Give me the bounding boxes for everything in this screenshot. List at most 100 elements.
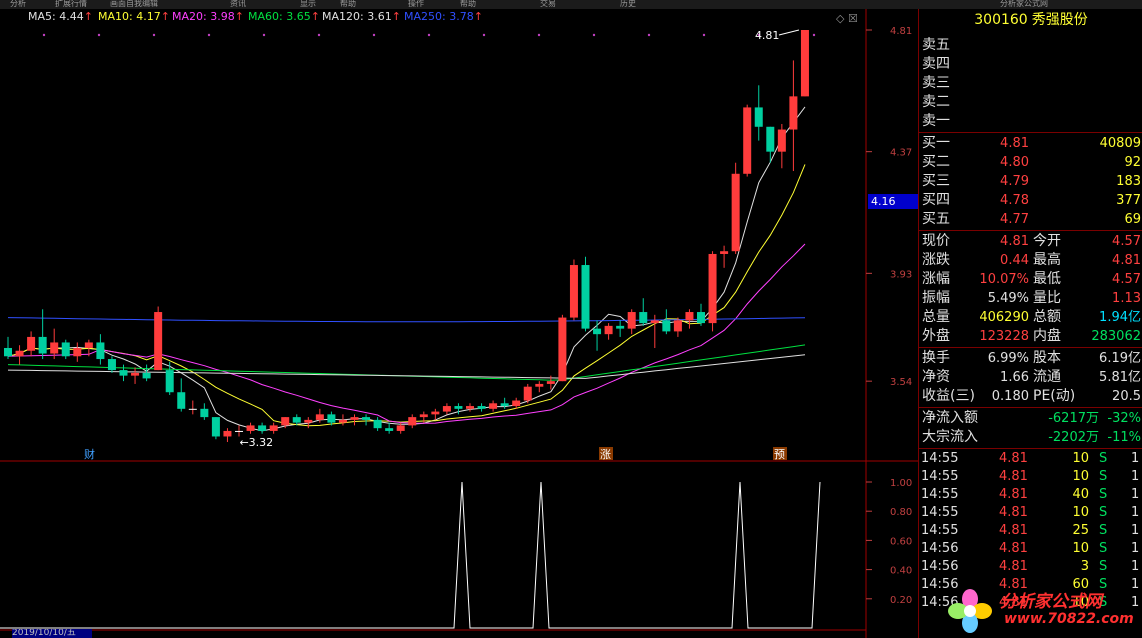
- dividend-dot: [647, 33, 651, 37]
- dividend-dot: [207, 33, 211, 37]
- candle-body: [673, 320, 682, 332]
- indicator-line: [0, 481, 821, 629]
- candle-body: [535, 383, 544, 387]
- trade-tick-row: 14:55 4.81 25 S 1: [921, 523, 1140, 538]
- ask-level: 卖三: [922, 75, 950, 91]
- candle-body: [292, 417, 301, 423]
- candle-body: [4, 347, 12, 357]
- quote-stat-row: 涨幅 10.07% 最低 4.57: [922, 271, 1141, 287]
- flower-logo-icon: [948, 589, 992, 633]
- ask-level: 卖二: [922, 94, 950, 110]
- dividend-dot: [152, 33, 156, 37]
- bid-level: 买二 4.80 92: [922, 154, 1141, 170]
- candle-body: [442, 406, 451, 412]
- candle-body: [258, 425, 267, 431]
- separator: [919, 230, 1142, 231]
- candle-body: [408, 417, 417, 426]
- separator: [919, 407, 1142, 408]
- candle-body: [235, 430, 243, 432]
- event-marker: 涨: [600, 448, 611, 461]
- candle-body: [627, 312, 636, 329]
- indicator-tick-label: 0.40: [890, 566, 912, 577]
- candle-body: [754, 107, 763, 127]
- candle-body: [281, 417, 290, 426]
- menu-item[interactable]: 分析家公式网: [1000, 0, 1048, 9]
- candle-body: [766, 126, 775, 152]
- candle-body: [38, 336, 47, 354]
- ma-legend-item: MA120: 3.61↑: [322, 10, 401, 23]
- current-price-tag: 4.16: [868, 194, 918, 209]
- dividend-dot: [812, 33, 816, 37]
- candle-body: [177, 392, 186, 409]
- candle-body: [61, 342, 70, 357]
- candle-body: [454, 406, 463, 409]
- stock-title[interactable]: 300160 秀强股份: [919, 9, 1142, 31]
- candle-body: [743, 107, 752, 174]
- candle-body: [188, 408, 197, 410]
- candle-body: [246, 425, 255, 431]
- separator: [919, 132, 1142, 133]
- candle-body: [650, 320, 659, 324]
- price-tick-label: 4.37: [890, 148, 912, 159]
- trade-tick-row: 14:55 4.81 10 S 1: [921, 469, 1140, 484]
- dividend-dot: [537, 33, 541, 37]
- quote-stat-row: 涨跌 0.44 最高 4.81: [922, 252, 1141, 268]
- dividend-dot: [262, 33, 266, 37]
- candle-body: [327, 414, 336, 423]
- bid-level: 买五 4.77 69: [922, 211, 1141, 227]
- candle-body: [396, 425, 405, 431]
- indicator-tick-label: 0.20: [890, 595, 912, 606]
- fundamental-row: 收益(三) 0.180 PE(动) 20.5: [922, 388, 1141, 404]
- ma60-line: [7, 344, 806, 381]
- candle-body: [107, 359, 116, 371]
- dividend-dot: [482, 33, 486, 37]
- separator: [919, 448, 1142, 449]
- candle-body: [315, 414, 324, 420]
- candle-body: [50, 342, 59, 354]
- candle-body: [616, 325, 625, 329]
- indicator-tick-label: 1.00: [890, 478, 912, 489]
- candle-body: [154, 312, 163, 371]
- cursor-date: 2019/10/10/五: [12, 629, 92, 638]
- candle-body: [720, 251, 729, 254]
- trade-tick-row: 14:55 4.81 10 S 1: [921, 451, 1140, 466]
- candle-body: [697, 312, 705, 324]
- candle-body: [373, 419, 382, 429]
- price-tick-label: 3.54: [890, 377, 912, 388]
- ma-legend-item: MA10: 4.17↑: [98, 10, 170, 23]
- dividend-dot: [372, 33, 376, 37]
- high-arrow: [778, 29, 800, 36]
- candle-body: [131, 372, 140, 376]
- candle-body: [731, 173, 740, 252]
- fundamental-row: 净资 1.66 流通 5.81亿: [922, 369, 1141, 385]
- candle-body: [362, 417, 371, 420]
- price-tick-label: 4.81: [890, 26, 912, 37]
- candle-body: [96, 342, 105, 360]
- high-label: 4.81: [755, 29, 780, 42]
- kline-chart: 4.81 4.37 3.93 3.54 1.00 0.80 0.60 0.40 0.20 4.81…: [0, 9, 918, 638]
- dividend-dot: [592, 33, 596, 37]
- candle-body: [489, 403, 498, 409]
- ma5-line: [7, 106, 806, 432]
- trade-tick-row: 14:56 4.81 3 S 1: [921, 559, 1140, 574]
- site-watermark: 分析家公式网 www.70822.com: [940, 585, 1142, 638]
- candle-body: [569, 265, 578, 318]
- quote-stat-row: 总量 406290 总额 1.94亿: [922, 309, 1141, 325]
- candle-body: [223, 430, 232, 437]
- stock-code: 300160: [974, 12, 1028, 28]
- capital-flow-row: 大宗流入 -2202万 -11%: [922, 429, 1141, 445]
- ma-legend-item: MA5: 4.44↑: [28, 10, 93, 23]
- low-label: ←3.32: [239, 436, 273, 449]
- trade-tick-row: 14:56 4.81 10 S 1: [921, 541, 1140, 556]
- bid-level: 买三 4.79 183: [922, 173, 1141, 189]
- event-marker: 预: [774, 448, 785, 461]
- dividend-dot: [97, 33, 101, 37]
- candle-body: [431, 411, 440, 415]
- dividend-dot: [427, 33, 431, 37]
- candle-body: [73, 347, 82, 357]
- candle-body: [119, 370, 128, 376]
- watermark-url: www.70822.com: [1004, 611, 1134, 627]
- ma-legend-item: MA250: 3.78↑: [404, 10, 483, 23]
- candle-body: [500, 403, 509, 407]
- candle-body: [304, 419, 313, 423]
